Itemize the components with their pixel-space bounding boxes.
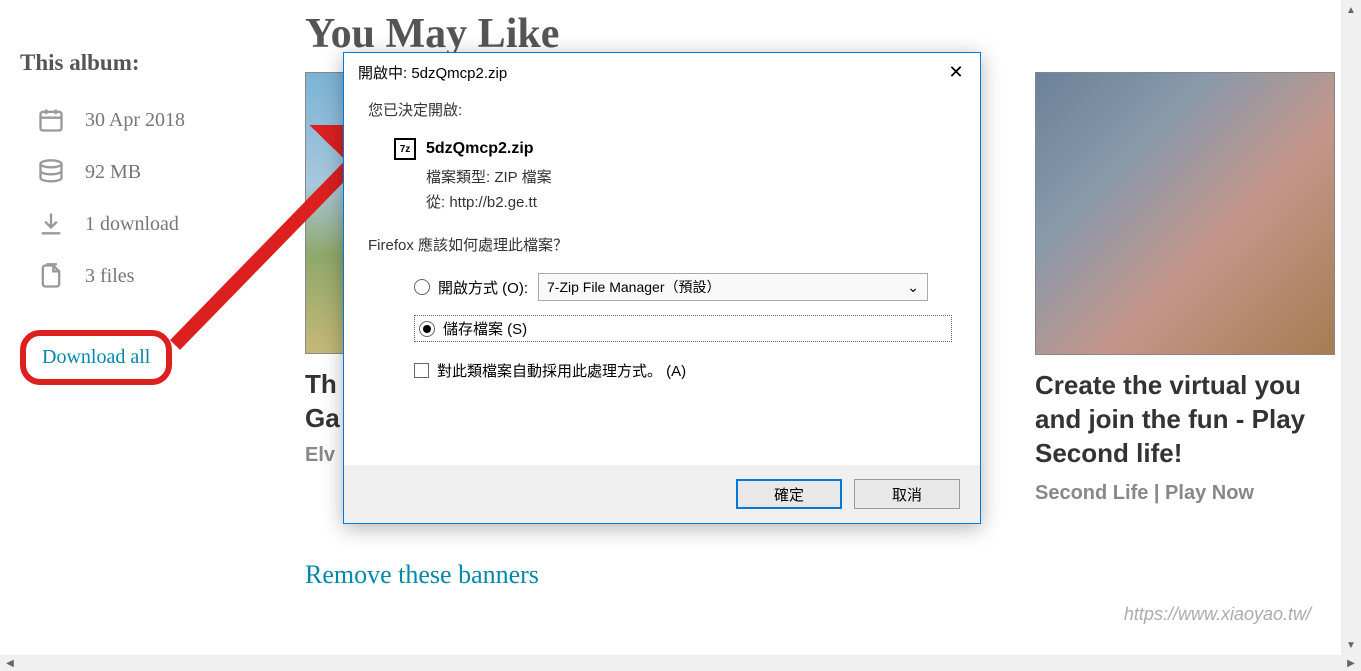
save-file-label: 儲存檔案 (S) xyxy=(443,318,527,339)
sidebar-size-text: 92 MB xyxy=(85,161,141,184)
open-with-select[interactable]: 7-Zip File Manager（預設） ⌄ xyxy=(538,273,928,301)
sidebar-files-text: 3 files xyxy=(85,265,134,288)
sidebar: This album: 30 Apr 2018 92 MB 1 download… xyxy=(20,50,260,385)
sidebar-title: This album: xyxy=(20,50,260,76)
close-icon[interactable]: ✕ xyxy=(932,54,980,90)
vertical-scrollbar[interactable]: ▲ ▼ xyxy=(1341,0,1361,655)
dialog-from: 從: http://b2.ge.tt xyxy=(426,191,956,212)
download-dialog: 開啟中: 5dzQmcp2.zip ✕ 您已決定開啟: 7z 5dzQmcp2.… xyxy=(343,52,981,524)
scroll-right-icon[interactable]: ▶ xyxy=(1341,655,1361,671)
radio-open-with[interactable] xyxy=(414,279,430,295)
horizontal-scrollbar[interactable]: ◀ ▶ xyxy=(0,655,1361,671)
dialog-titlebar[interactable]: 開啟中: 5dzQmcp2.zip ✕ xyxy=(344,53,980,91)
ok-button[interactable]: 確定 xyxy=(736,479,842,509)
dialog-opened-label: 您已決定開啟: xyxy=(368,99,956,120)
cancel-button[interactable]: 取消 xyxy=(854,479,960,509)
sidebar-date-text: 30 Apr 2018 xyxy=(85,109,185,132)
dialog-filename: 5dzQmcp2.zip xyxy=(426,140,534,158)
scroll-up-icon[interactable]: ▲ xyxy=(1341,0,1361,20)
database-icon xyxy=(35,156,67,188)
dialog-title: 開啟中: 5dzQmcp2.zip xyxy=(358,62,507,83)
scroll-down-icon[interactable]: ▼ xyxy=(1341,635,1361,655)
sidebar-downloads-text: 1 download xyxy=(85,213,179,236)
dialog-question: Firefox 應該如何處理此檔案？ xyxy=(368,234,956,255)
sidebar-files-item: 3 files xyxy=(20,260,260,292)
download-all-highlight: Download all xyxy=(20,330,172,385)
save-file-option[interactable]: 儲存檔案 (S) xyxy=(414,315,952,342)
download-all-link[interactable]: Download all xyxy=(42,346,150,368)
files-icon xyxy=(35,260,67,292)
ad-card-right[interactable]: Create the virtual you and join the fun … xyxy=(1035,72,1335,505)
remove-banners-link[interactable]: Remove these banners xyxy=(305,560,539,590)
sidebar-size-item: 92 MB xyxy=(20,156,260,188)
ad-card-right-subtitle: Second Life | Play Now xyxy=(1035,482,1335,505)
zip-icon: 7z xyxy=(394,138,416,160)
watermark: https://www.xiaoyao.tw/ xyxy=(1124,604,1311,625)
open-with-label: 開啟方式 (O): xyxy=(438,277,528,298)
download-icon xyxy=(35,208,67,240)
dialog-file-row: 7z 5dzQmcp2.zip xyxy=(394,138,956,160)
scroll-left-icon[interactable]: ◀ xyxy=(0,655,20,671)
calendar-icon xyxy=(35,104,67,136)
checkbox-remember[interactable] xyxy=(414,363,429,378)
sidebar-date-item: 30 Apr 2018 xyxy=(20,104,260,136)
remember-choice-option[interactable]: 對此類檔案自動採用此處理方式。 (A) xyxy=(414,360,956,381)
ad-card-right-title: Create the virtual you and join the fun … xyxy=(1035,369,1335,470)
ad-card-right-image xyxy=(1035,72,1335,355)
sidebar-downloads-item: 1 download xyxy=(20,208,260,240)
page-heading: You May Like xyxy=(305,10,559,58)
radio-save-file[interactable] xyxy=(419,321,435,337)
open-with-option[interactable]: 開啟方式 (O): 7-Zip File Manager（預設） ⌄ xyxy=(414,273,956,301)
dialog-filetype: 檔案類型: ZIP 檔案 xyxy=(426,166,956,187)
dialog-button-bar: 確定 取消 xyxy=(344,465,980,523)
chevron-down-icon: ⌄ xyxy=(907,279,919,296)
remember-label: 對此類檔案自動採用此處理方式。 (A) xyxy=(437,360,686,381)
